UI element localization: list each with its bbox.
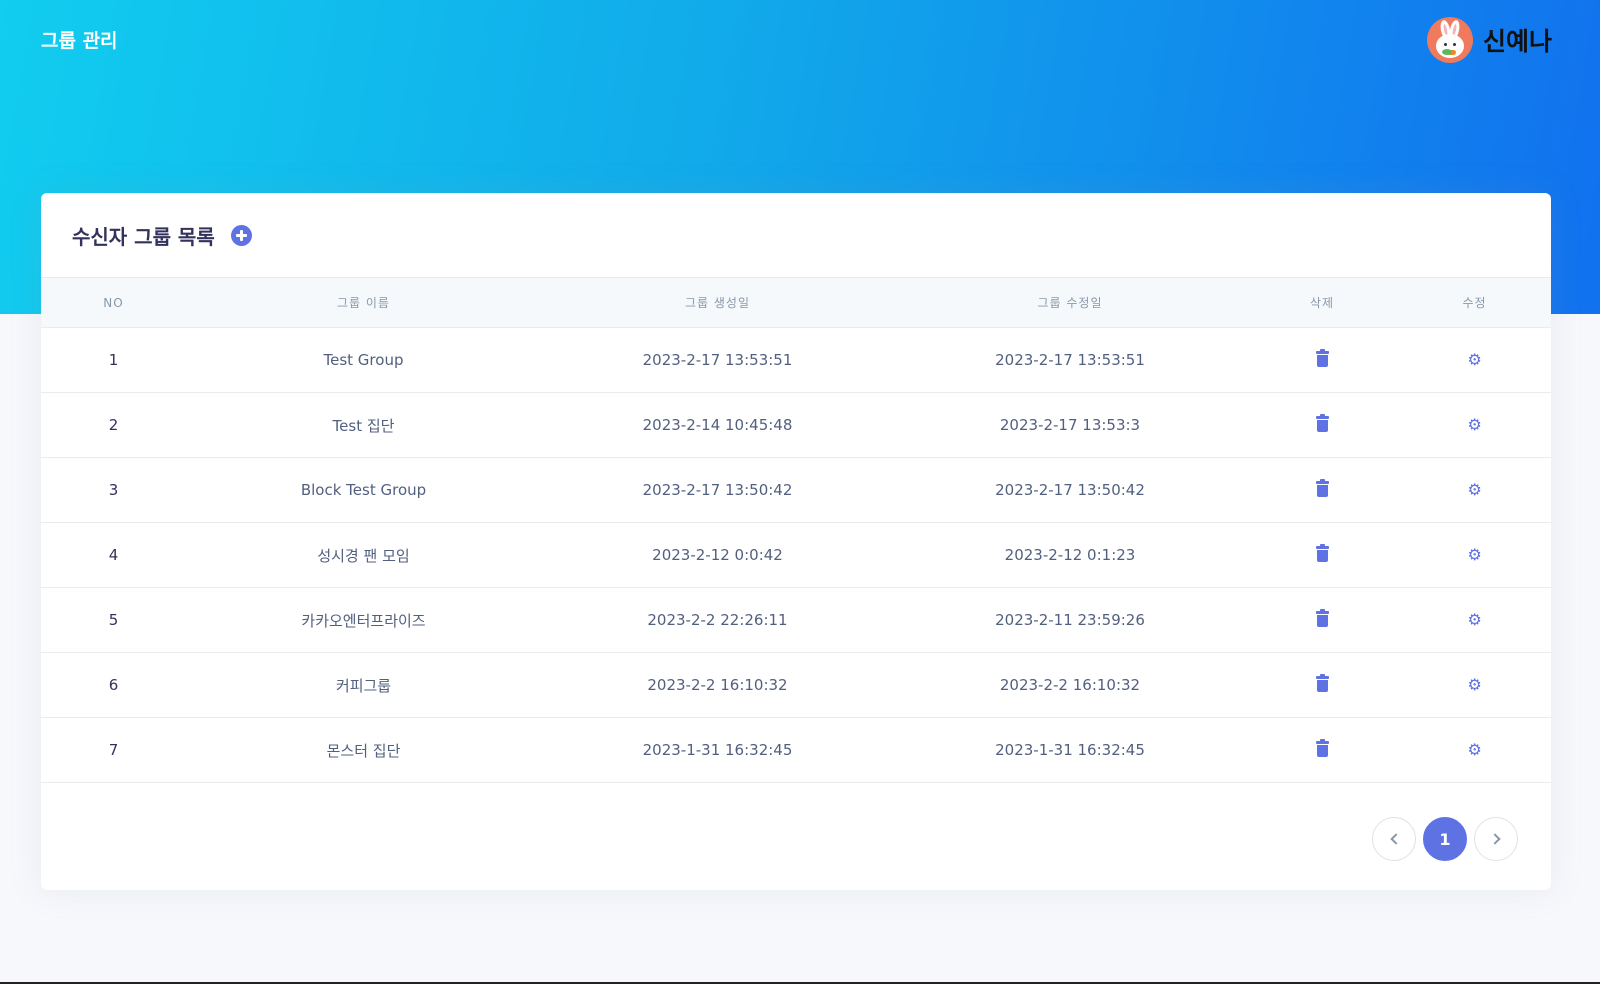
table-row: 3 Block Test Group 2023-2-17 13:50:42 20… xyxy=(41,458,1551,523)
avatar[interactable] xyxy=(1426,17,1473,63)
edit-cell: ⚙ xyxy=(1398,588,1551,653)
next-page-button[interactable] xyxy=(1474,817,1518,861)
table-body: 1 Test Group 2023-2-17 13:53:51 2023-2-1… xyxy=(41,328,1551,783)
gear-icon[interactable]: ⚙ xyxy=(1468,352,1482,368)
user-menu[interactable]: 신예나 xyxy=(1426,16,1552,64)
row-no: 1 xyxy=(108,351,119,369)
row-group-name: Test Group xyxy=(323,351,404,369)
row-no: 2 xyxy=(108,416,119,434)
row-group-name: 성시경 팬 모임 xyxy=(317,546,410,565)
delete-cell xyxy=(1246,653,1398,718)
table-row: 4 성시경 팬 모임 2023-2-12 0:0:42 2023-2-12 0:… xyxy=(41,523,1551,588)
table-row: 6 커피그룹 2023-2-2 16:10:32 2023-2-2 16:10:… xyxy=(41,653,1551,718)
trash-icon[interactable] xyxy=(1315,348,1329,367)
column-header-name: 그룹 이름 xyxy=(337,296,390,310)
trash-icon[interactable] xyxy=(1315,673,1329,692)
column-header-created: 그룹 생성일 xyxy=(684,296,750,310)
row-created-date: 2023-2-17 13:50:42 xyxy=(642,481,793,499)
delete-cell xyxy=(1246,523,1398,588)
card-title: 수신자 그룹 목록 xyxy=(72,224,215,249)
page-title: 그룹 관리 xyxy=(41,30,118,52)
pagination: 1 xyxy=(1372,817,1518,861)
edit-cell: ⚙ xyxy=(1398,653,1551,718)
column-header-modified: 그룹 수정일 xyxy=(1037,296,1103,310)
card-header: 수신자 그룹 목록 xyxy=(41,193,1551,277)
add-group-button[interactable] xyxy=(230,224,252,246)
chevron-right-icon xyxy=(1488,833,1501,845)
table-row: 2 Test 집단 2023-2-14 10:45:48 2023-2-17 1… xyxy=(41,393,1551,458)
edit-cell: ⚙ xyxy=(1398,718,1551,783)
row-no: 6 xyxy=(108,676,119,694)
prev-page-button[interactable] xyxy=(1372,817,1416,861)
row-group-name: Block Test Group xyxy=(300,481,427,499)
row-no: 3 xyxy=(108,481,119,499)
row-no: 7 xyxy=(108,741,119,759)
row-created-date: 2023-1-31 16:32:45 xyxy=(642,741,793,759)
row-group-name: Test 집단 xyxy=(332,416,395,435)
chevron-left-icon xyxy=(1389,833,1402,845)
user-name[interactable]: 신예나 xyxy=(1483,22,1552,58)
row-modified-date: 2023-2-11 23:59:26 xyxy=(995,611,1145,629)
group-table: NO 그룹 이름 그룹 생성일 그룹 수정일 삭제 수정 1 Test Grou… xyxy=(41,277,1551,783)
edit-cell: ⚙ xyxy=(1398,458,1551,523)
bunny-eye xyxy=(1443,43,1447,46)
row-group-name: 몬스터 집단 xyxy=(326,741,401,760)
row-modified-date: 2023-2-2 16:10:32 xyxy=(999,676,1141,694)
column-header-no: NO xyxy=(103,295,124,310)
table-header-row: NO 그룹 이름 그룹 생성일 그룹 수정일 삭제 수정 xyxy=(41,277,1551,328)
row-modified-date: 2023-2-17 13:53:3 xyxy=(999,416,1141,434)
delete-cell xyxy=(1246,328,1398,393)
table-row: 1 Test Group 2023-2-17 13:53:51 2023-2-1… xyxy=(41,328,1551,393)
row-created-date: 2023-2-12 0:0:42 xyxy=(652,546,783,564)
edit-cell: ⚙ xyxy=(1398,328,1551,393)
edit-cell: ⚙ xyxy=(1398,523,1551,588)
row-no: 5 xyxy=(108,611,119,629)
gear-icon[interactable]: ⚙ xyxy=(1468,547,1482,563)
trash-icon[interactable] xyxy=(1315,413,1329,432)
gear-icon[interactable]: ⚙ xyxy=(1468,612,1482,628)
trash-icon[interactable] xyxy=(1315,478,1329,497)
row-modified-date: 2023-2-17 13:53:51 xyxy=(995,351,1145,369)
trash-icon[interactable] xyxy=(1315,608,1329,627)
row-created-date: 2023-2-14 10:45:48 xyxy=(642,416,793,434)
table-row: 7 몬스터 집단 2023-1-31 16:32:45 2023-1-31 16… xyxy=(41,718,1551,783)
row-group-name: 커피그룹 xyxy=(335,676,392,695)
row-no: 4 xyxy=(108,546,119,564)
row-group-name: 카카오엔터프라이즈 xyxy=(301,611,426,630)
edit-cell: ⚙ xyxy=(1398,393,1551,458)
gear-icon[interactable]: ⚙ xyxy=(1468,677,1482,693)
row-modified-date: 2023-1-31 16:32:45 xyxy=(995,741,1145,759)
gear-icon[interactable]: ⚙ xyxy=(1468,742,1482,758)
delete-cell xyxy=(1246,588,1398,653)
trash-icon[interactable] xyxy=(1315,543,1329,562)
column-header-delete: 삭제 xyxy=(1309,296,1335,310)
row-created-date: 2023-2-2 16:10:32 xyxy=(647,676,788,694)
trash-icon[interactable] xyxy=(1315,738,1329,757)
delete-cell xyxy=(1246,393,1398,458)
column-header-edit: 수정 xyxy=(1462,296,1487,310)
row-modified-date: 2023-2-17 13:50:42 xyxy=(995,481,1145,499)
row-created-date: 2023-2-17 13:53:51 xyxy=(642,351,793,369)
row-modified-date: 2023-2-12 0:1:23 xyxy=(1004,546,1136,564)
bunny-eye xyxy=(1452,43,1456,46)
delete-cell xyxy=(1246,458,1398,523)
group-list-card: 수신자 그룹 목록 NO 그룹 이름 그룹 생성일 그룹 수정일 삭제 수정 1… xyxy=(41,193,1551,890)
delete-cell xyxy=(1246,718,1398,783)
page-1-button[interactable]: 1 xyxy=(1423,817,1467,861)
row-created-date: 2023-2-2 22:26:11 xyxy=(647,611,788,629)
table-row: 5 카카오엔터프라이즈 2023-2-2 22:26:11 2023-2-11 … xyxy=(41,588,1551,653)
leaf-icon xyxy=(1441,49,1452,55)
gear-icon[interactable]: ⚙ xyxy=(1468,417,1482,433)
gear-icon[interactable]: ⚙ xyxy=(1468,482,1482,498)
